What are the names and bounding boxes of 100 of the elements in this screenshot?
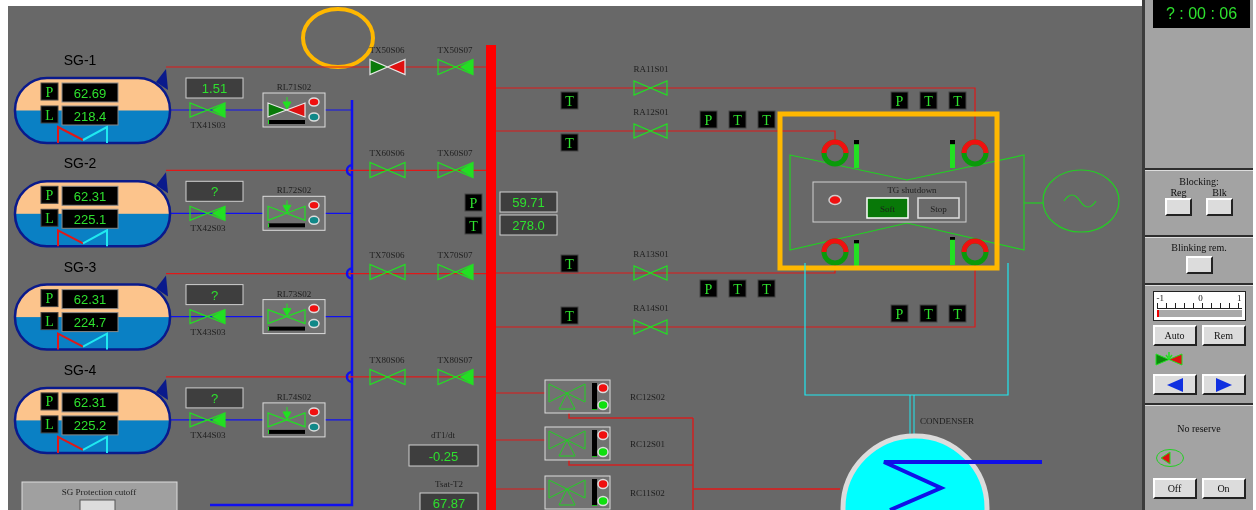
valve-label: TX80S07 <box>437 355 473 365</box>
sensor-badge: L <box>40 312 59 331</box>
sensor-badge: P <box>464 193 483 212</box>
control-valve-panel[interactable] <box>544 426 611 461</box>
generator-icon <box>1042 169 1120 233</box>
steam-generator-label: SG-4 <box>63 361 97 378</box>
cutoff-button[interactable] <box>79 499 116 510</box>
regulator-valve-panel[interactable] <box>262 195 326 231</box>
valve-icon[interactable] <box>369 161 406 179</box>
button-label: Blk <box>1211 187 1228 198</box>
rate-label: Tsat-T2 <box>435 479 463 489</box>
valve-label: RA12S01 <box>633 107 669 117</box>
regulator-label: RL73S02 <box>276 288 312 299</box>
sensor-badge: P <box>40 82 59 101</box>
regulator-valve-panel[interactable] <box>262 299 326 335</box>
sensor-badge: T <box>757 110 776 129</box>
sensor-badge: T <box>728 279 747 298</box>
level-display: 224.7 <box>61 312 119 333</box>
valve-icon[interactable] <box>189 102 226 118</box>
flow-display: ? <box>185 180 244 202</box>
sensor-badge: P <box>699 279 718 298</box>
valve-icon[interactable] <box>633 80 668 96</box>
sensor-badge: T <box>560 306 579 325</box>
mode-button[interactable]: Auto <box>1152 325 1197 346</box>
blinking-button[interactable] <box>1185 256 1213 274</box>
mode-button[interactable]: Rem <box>1201 325 1246 346</box>
valve-icon[interactable] <box>437 368 474 386</box>
pipe-crossing-icon <box>345 267 353 280</box>
regulator-label: RL72S02 <box>276 185 312 196</box>
power-button[interactable]: On <box>1201 478 1246 499</box>
valve-icon[interactable] <box>369 368 406 386</box>
valve-label: TX80S06 <box>369 355 405 365</box>
heat-exchanger-drawing <box>57 435 108 454</box>
sensor-badge: P <box>890 304 909 323</box>
sensor-badge: T <box>560 91 579 110</box>
regulator-valve-panel[interactable] <box>262 402 326 438</box>
valve-icon[interactable] <box>189 412 226 428</box>
bearing-icon <box>961 139 989 167</box>
reserve-valve-icon <box>1155 448 1185 468</box>
valve-icon[interactable] <box>189 205 226 222</box>
pressure-display: 62.31 <box>61 289 119 310</box>
heat-exchanger-drawing <box>57 228 108 248</box>
sensor-badge: L <box>40 415 59 434</box>
valve-label: TX70S06 <box>369 250 405 260</box>
regulator-label: RL71S02 <box>276 82 312 92</box>
power-button[interactable]: Off <box>1152 478 1197 499</box>
panel-title: SG Protection cutoff <box>61 487 137 497</box>
regulator-valve-panel[interactable] <box>262 92 326 128</box>
sensor-badge: T <box>948 91 967 110</box>
pipe-crossing-icon <box>345 164 353 177</box>
valve-icon[interactable] <box>437 58 474 76</box>
valve-icon[interactable] <box>437 263 474 281</box>
section-title: Blinking rem. <box>1171 242 1227 253</box>
sensor-badge: T <box>560 254 579 273</box>
blocking-button[interactable] <box>1206 198 1233 216</box>
control-valve-panel[interactable] <box>544 379 611 414</box>
flow-display: ? <box>185 284 244 306</box>
valve-icon[interactable] <box>633 265 668 281</box>
pipe-crossing-icon <box>345 370 353 384</box>
left-arrow-button[interactable] <box>1152 374 1197 395</box>
valve-icon <box>1155 352 1183 366</box>
pressure-display: 62.31 <box>61 392 119 413</box>
right-arrow-button[interactable] <box>1201 374 1246 395</box>
valve-icon[interactable] <box>369 263 406 281</box>
level-display: 218.4 <box>61 105 119 126</box>
valve-icon[interactable] <box>633 319 668 335</box>
valve-label: TX60S07 <box>437 148 473 158</box>
clock-display: ? : 00 : 06 <box>1153 0 1250 28</box>
sensor-badge: P <box>40 185 59 204</box>
steam-generator-label: SG-1 <box>63 52 97 68</box>
blocking-button[interactable] <box>1165 198 1192 216</box>
rate-label: dT1/dt <box>431 430 455 440</box>
valve-icon[interactable] <box>633 123 668 139</box>
flow-display: 1.51 <box>185 77 244 99</box>
sensor-badge: T <box>560 133 579 152</box>
steam-generator-label: SG-3 <box>63 258 97 275</box>
valve-label: TX41S03 <box>190 120 226 130</box>
level-display: 225.2 <box>61 415 119 436</box>
panel-title: TG shutdown <box>887 185 937 195</box>
valve-label: RC12S01 <box>630 439 665 449</box>
valve-label: RC11S02 <box>630 488 665 498</box>
heat-exchanger-drawing <box>57 125 108 144</box>
steam-generator-label: SG-2 <box>63 155 97 172</box>
gauge-bar <box>950 237 955 265</box>
valve-label: RC12S02 <box>630 392 665 402</box>
sensor-badge: T <box>757 279 776 298</box>
regulator-label: RL74S02 <box>276 391 312 402</box>
sensor-badge: T <box>948 304 967 323</box>
valve-label: RA14S01 <box>633 303 669 313</box>
valve-label: TX43S03 <box>190 326 226 337</box>
valve-icon[interactable] <box>437 161 474 179</box>
valve-icon[interactable] <box>369 58 406 76</box>
valve-icon[interactable] <box>189 308 226 325</box>
reserve-status: No reserve <box>1177 423 1221 434</box>
scale-tick-label: 1 <box>1237 294 1242 303</box>
gauge-bar <box>854 140 859 168</box>
sensor-badge: P <box>40 289 59 308</box>
valve-label: TX50S07 <box>437 45 473 55</box>
control-valve-panel[interactable] <box>544 475 611 510</box>
gauge-bar <box>950 140 955 168</box>
